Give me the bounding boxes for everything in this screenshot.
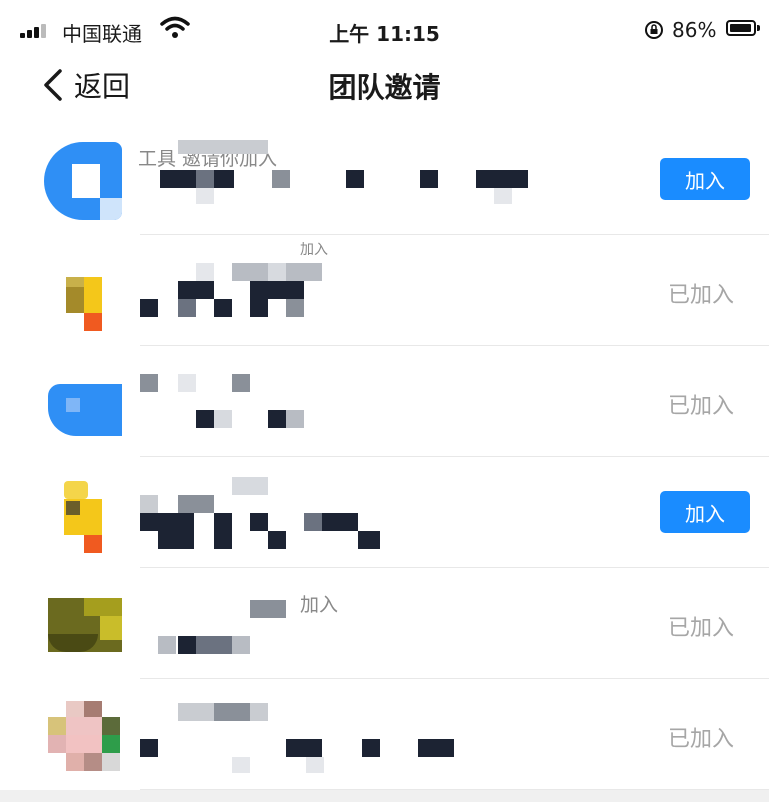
redacted-team-name [138, 584, 558, 674]
redacted-team-name [138, 362, 558, 452]
invitation-row: 工具 邀请你加入 加入 [0, 124, 769, 235]
page-title: 团队邀请 [328, 71, 441, 104]
bottom-divider [0, 790, 769, 802]
redacted-team-name [138, 473, 558, 563]
battery-icon [726, 20, 760, 36]
invitation-row: 已加入 [0, 679, 769, 790]
joined-label: 已加入 [668, 616, 735, 641]
invitation-row: 加入 已加入 [0, 568, 769, 679]
join-button[interactable]: 加入 [660, 491, 750, 533]
invitation-list: 工具 邀请你加入 加入 加入 已加入 已加入 加入 加入 已加入 已加入 [0, 124, 769, 790]
team-avatar [44, 697, 122, 775]
joined-label: 已加入 [668, 394, 735, 419]
redacted-team-name [138, 695, 558, 785]
status-bar: 中国联通 上午 11:15 86% [0, 0, 769, 48]
battery-percentage: 86% [672, 18, 717, 42]
join-button[interactable]: 加入 [660, 158, 750, 200]
team-avatar [44, 475, 122, 553]
invitation-row: 加入 已加入 [0, 235, 769, 346]
team-avatar [44, 364, 122, 442]
team-avatar [44, 253, 122, 331]
team-avatar [44, 586, 122, 664]
redacted-team-name [138, 140, 558, 230]
invitation-row: 加入 [0, 457, 769, 568]
invitation-row: 已加入 [0, 346, 769, 457]
redacted-team-name [138, 251, 558, 341]
rotation-lock-icon [645, 21, 663, 39]
team-avatar [44, 142, 122, 220]
joined-label: 已加入 [668, 727, 735, 752]
navigation-bar: 返回 团队邀请 [0, 48, 769, 124]
joined-label: 已加入 [668, 283, 735, 308]
